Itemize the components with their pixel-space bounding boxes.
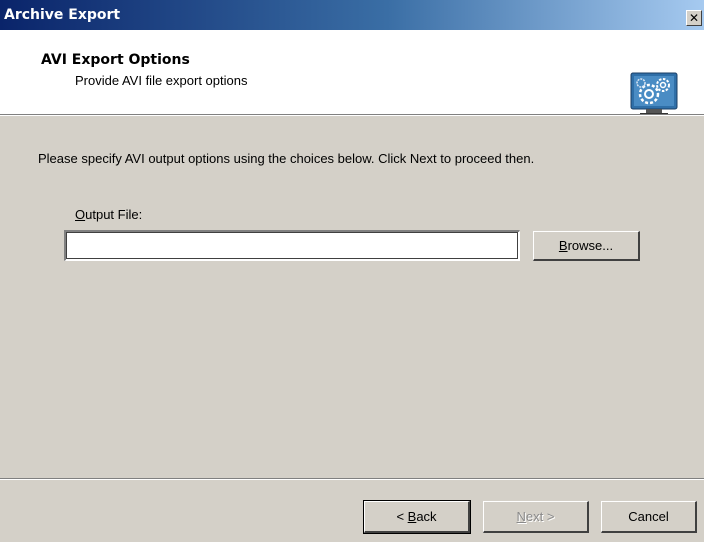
page-subheading: Provide AVI file export options bbox=[75, 73, 248, 88]
title-bar[interactable]: Archive Export ✕ bbox=[0, 0, 704, 30]
window-title: Archive Export bbox=[4, 7, 121, 23]
output-file-label-text: utput File: bbox=[85, 207, 143, 222]
archive-export-dialog: Archive Export ✕ AVI Export Options Prov… bbox=[0, 0, 704, 542]
close-icon: ✕ bbox=[688, 11, 700, 25]
close-button[interactable]: ✕ bbox=[686, 10, 702, 26]
browse-label: rowse... bbox=[567, 238, 614, 253]
browse-button[interactable]: Browse... bbox=[533, 231, 640, 261]
back-prefix: < bbox=[396, 509, 408, 524]
back-label: ack bbox=[416, 509, 437, 524]
next-label: ext > bbox=[525, 509, 555, 524]
instructions-text: Please specify AVI output options using … bbox=[38, 151, 535, 166]
footer-separator bbox=[0, 478, 704, 480]
page-heading: AVI Export Options bbox=[41, 52, 190, 68]
browse-accel: B bbox=[558, 238, 568, 253]
output-file-input[interactable] bbox=[64, 230, 520, 261]
next-accel: N bbox=[516, 509, 526, 524]
next-button[interactable]: Next > bbox=[483, 501, 589, 533]
wizard-header: AVI Export Options Provide AVI file expo… bbox=[0, 30, 704, 116]
output-file-accel: O bbox=[75, 207, 86, 222]
header-separator bbox=[0, 114, 704, 116]
cancel-button[interactable]: Cancel bbox=[601, 501, 697, 533]
back-button[interactable]: < Back bbox=[363, 500, 471, 534]
output-file-label: Output File: bbox=[75, 207, 142, 222]
gears-monitor-icon bbox=[630, 72, 678, 116]
